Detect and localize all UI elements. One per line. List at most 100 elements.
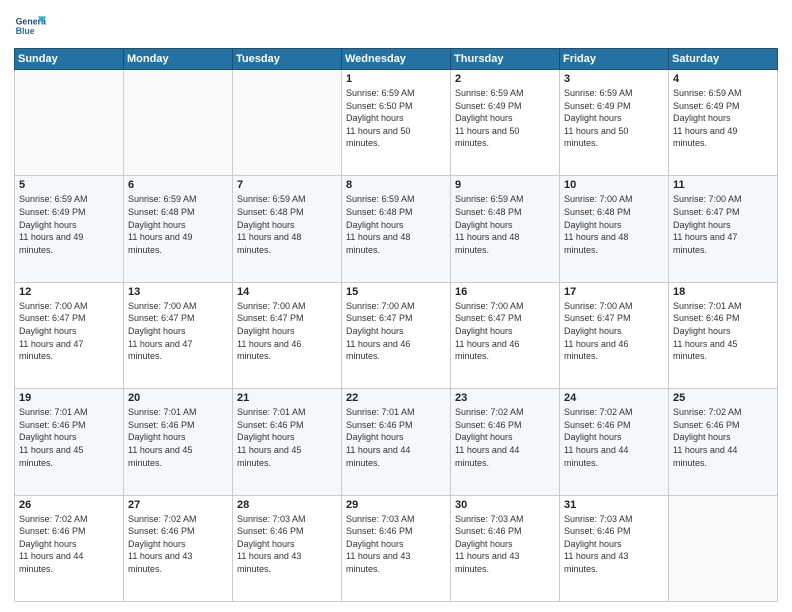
weekday-header-saturday: Saturday xyxy=(669,49,778,70)
svg-text:Blue: Blue xyxy=(16,26,35,36)
day-info: Sunrise: 7:01 AM Sunset: 6:46 PM Dayligh… xyxy=(346,406,446,469)
day-info: Sunrise: 6:59 AM Sunset: 6:49 PM Dayligh… xyxy=(455,87,555,150)
day-number: 20 xyxy=(128,392,228,404)
day-info: Sunrise: 7:03 AM Sunset: 6:46 PM Dayligh… xyxy=(346,513,446,576)
day-cell: 20 Sunrise: 7:01 AM Sunset: 6:46 PM Dayl… xyxy=(124,389,233,495)
day-cell: 10 Sunrise: 7:00 AM Sunset: 6:48 PM Dayl… xyxy=(560,176,669,282)
day-number: 7 xyxy=(237,179,337,191)
day-number: 22 xyxy=(346,392,446,404)
weekday-header-thursday: Thursday xyxy=(451,49,560,70)
day-info: Sunrise: 7:02 AM Sunset: 6:46 PM Dayligh… xyxy=(455,406,555,469)
week-row-3: 12 Sunrise: 7:00 AM Sunset: 6:47 PM Dayl… xyxy=(15,282,778,388)
day-cell: 14 Sunrise: 7:00 AM Sunset: 6:47 PM Dayl… xyxy=(233,282,342,388)
day-cell: 26 Sunrise: 7:02 AM Sunset: 6:46 PM Dayl… xyxy=(15,495,124,601)
day-number: 23 xyxy=(455,392,555,404)
day-cell: 12 Sunrise: 7:00 AM Sunset: 6:47 PM Dayl… xyxy=(15,282,124,388)
day-info: Sunrise: 7:00 AM Sunset: 6:47 PM Dayligh… xyxy=(673,193,773,256)
day-info: Sunrise: 7:00 AM Sunset: 6:47 PM Dayligh… xyxy=(128,300,228,363)
day-number: 2 xyxy=(455,73,555,85)
day-info: Sunrise: 7:00 AM Sunset: 6:48 PM Dayligh… xyxy=(564,193,664,256)
day-number: 14 xyxy=(237,286,337,298)
day-number: 24 xyxy=(564,392,664,404)
day-number: 26 xyxy=(19,499,119,511)
day-info: Sunrise: 7:00 AM Sunset: 6:47 PM Dayligh… xyxy=(19,300,119,363)
day-cell: 25 Sunrise: 7:02 AM Sunset: 6:46 PM Dayl… xyxy=(669,389,778,495)
day-cell: 31 Sunrise: 7:03 AM Sunset: 6:46 PM Dayl… xyxy=(560,495,669,601)
calendar: SundayMondayTuesdayWednesdayThursdayFrid… xyxy=(14,48,778,602)
day-info: Sunrise: 6:59 AM Sunset: 6:49 PM Dayligh… xyxy=(19,193,119,256)
day-cell xyxy=(233,70,342,176)
day-info: Sunrise: 7:00 AM Sunset: 6:47 PM Dayligh… xyxy=(346,300,446,363)
day-cell: 23 Sunrise: 7:02 AM Sunset: 6:46 PM Dayl… xyxy=(451,389,560,495)
day-info: Sunrise: 7:00 AM Sunset: 6:47 PM Dayligh… xyxy=(455,300,555,363)
day-cell: 28 Sunrise: 7:03 AM Sunset: 6:46 PM Dayl… xyxy=(233,495,342,601)
day-number: 11 xyxy=(673,179,773,191)
day-cell xyxy=(669,495,778,601)
header: General Blue xyxy=(14,10,778,42)
day-cell: 6 Sunrise: 6:59 AM Sunset: 6:48 PM Dayli… xyxy=(124,176,233,282)
day-info: Sunrise: 7:03 AM Sunset: 6:46 PM Dayligh… xyxy=(564,513,664,576)
day-info: Sunrise: 6:59 AM Sunset: 6:48 PM Dayligh… xyxy=(346,193,446,256)
day-number: 8 xyxy=(346,179,446,191)
day-cell: 13 Sunrise: 7:00 AM Sunset: 6:47 PM Dayl… xyxy=(124,282,233,388)
week-row-4: 19 Sunrise: 7:01 AM Sunset: 6:46 PM Dayl… xyxy=(15,389,778,495)
day-number: 10 xyxy=(564,179,664,191)
week-row-5: 26 Sunrise: 7:02 AM Sunset: 6:46 PM Dayl… xyxy=(15,495,778,601)
day-number: 16 xyxy=(455,286,555,298)
day-cell: 15 Sunrise: 7:00 AM Sunset: 6:47 PM Dayl… xyxy=(342,282,451,388)
day-info: Sunrise: 7:00 AM Sunset: 6:47 PM Dayligh… xyxy=(564,300,664,363)
page: General Blue SundayMondayTuesdayWednesda… xyxy=(0,0,792,612)
day-info: Sunrise: 7:01 AM Sunset: 6:46 PM Dayligh… xyxy=(128,406,228,469)
day-info: Sunrise: 6:59 AM Sunset: 6:48 PM Dayligh… xyxy=(128,193,228,256)
day-number: 12 xyxy=(19,286,119,298)
day-cell: 17 Sunrise: 7:00 AM Sunset: 6:47 PM Dayl… xyxy=(560,282,669,388)
day-cell: 24 Sunrise: 7:02 AM Sunset: 6:46 PM Dayl… xyxy=(560,389,669,495)
weekday-header-sunday: Sunday xyxy=(15,49,124,70)
day-cell: 27 Sunrise: 7:02 AM Sunset: 6:46 PM Dayl… xyxy=(124,495,233,601)
day-number: 19 xyxy=(19,392,119,404)
day-number: 31 xyxy=(564,499,664,511)
day-number: 6 xyxy=(128,179,228,191)
day-cell: 4 Sunrise: 6:59 AM Sunset: 6:49 PM Dayli… xyxy=(669,70,778,176)
day-info: Sunrise: 7:01 AM Sunset: 6:46 PM Dayligh… xyxy=(673,300,773,363)
weekday-header-wednesday: Wednesday xyxy=(342,49,451,70)
day-cell: 22 Sunrise: 7:01 AM Sunset: 6:46 PM Dayl… xyxy=(342,389,451,495)
logo: General Blue xyxy=(14,10,46,42)
day-cell: 21 Sunrise: 7:01 AM Sunset: 6:46 PM Dayl… xyxy=(233,389,342,495)
day-info: Sunrise: 7:02 AM Sunset: 6:46 PM Dayligh… xyxy=(564,406,664,469)
day-cell: 16 Sunrise: 7:00 AM Sunset: 6:47 PM Dayl… xyxy=(451,282,560,388)
day-number: 25 xyxy=(673,392,773,404)
day-info: Sunrise: 7:02 AM Sunset: 6:46 PM Dayligh… xyxy=(19,513,119,576)
week-row-1: 1 Sunrise: 6:59 AM Sunset: 6:50 PM Dayli… xyxy=(15,70,778,176)
day-cell: 3 Sunrise: 6:59 AM Sunset: 6:49 PM Dayli… xyxy=(560,70,669,176)
day-cell: 2 Sunrise: 6:59 AM Sunset: 6:49 PM Dayli… xyxy=(451,70,560,176)
day-number: 27 xyxy=(128,499,228,511)
day-info: Sunrise: 7:03 AM Sunset: 6:46 PM Dayligh… xyxy=(237,513,337,576)
day-cell: 7 Sunrise: 6:59 AM Sunset: 6:48 PM Dayli… xyxy=(233,176,342,282)
day-info: Sunrise: 6:59 AM Sunset: 6:48 PM Dayligh… xyxy=(237,193,337,256)
day-cell: 19 Sunrise: 7:01 AM Sunset: 6:46 PM Dayl… xyxy=(15,389,124,495)
weekday-header-monday: Monday xyxy=(124,49,233,70)
day-cell: 5 Sunrise: 6:59 AM Sunset: 6:49 PM Dayli… xyxy=(15,176,124,282)
day-cell: 30 Sunrise: 7:03 AM Sunset: 6:46 PM Dayl… xyxy=(451,495,560,601)
day-number: 28 xyxy=(237,499,337,511)
day-number: 3 xyxy=(564,73,664,85)
logo-icon: General Blue xyxy=(14,10,46,42)
weekday-header-tuesday: Tuesday xyxy=(233,49,342,70)
day-cell: 29 Sunrise: 7:03 AM Sunset: 6:46 PM Dayl… xyxy=(342,495,451,601)
day-number: 4 xyxy=(673,73,773,85)
day-info: Sunrise: 6:59 AM Sunset: 6:48 PM Dayligh… xyxy=(455,193,555,256)
day-info: Sunrise: 7:00 AM Sunset: 6:47 PM Dayligh… xyxy=(237,300,337,363)
day-number: 5 xyxy=(19,179,119,191)
day-cell: 1 Sunrise: 6:59 AM Sunset: 6:50 PM Dayli… xyxy=(342,70,451,176)
day-info: Sunrise: 7:02 AM Sunset: 6:46 PM Dayligh… xyxy=(673,406,773,469)
day-number: 1 xyxy=(346,73,446,85)
week-row-2: 5 Sunrise: 6:59 AM Sunset: 6:49 PM Dayli… xyxy=(15,176,778,282)
day-cell xyxy=(15,70,124,176)
day-cell: 8 Sunrise: 6:59 AM Sunset: 6:48 PM Dayli… xyxy=(342,176,451,282)
day-cell xyxy=(124,70,233,176)
day-cell: 9 Sunrise: 6:59 AM Sunset: 6:48 PM Dayli… xyxy=(451,176,560,282)
day-info: Sunrise: 7:03 AM Sunset: 6:46 PM Dayligh… xyxy=(455,513,555,576)
day-info: Sunrise: 7:02 AM Sunset: 6:46 PM Dayligh… xyxy=(128,513,228,576)
day-info: Sunrise: 7:01 AM Sunset: 6:46 PM Dayligh… xyxy=(237,406,337,469)
